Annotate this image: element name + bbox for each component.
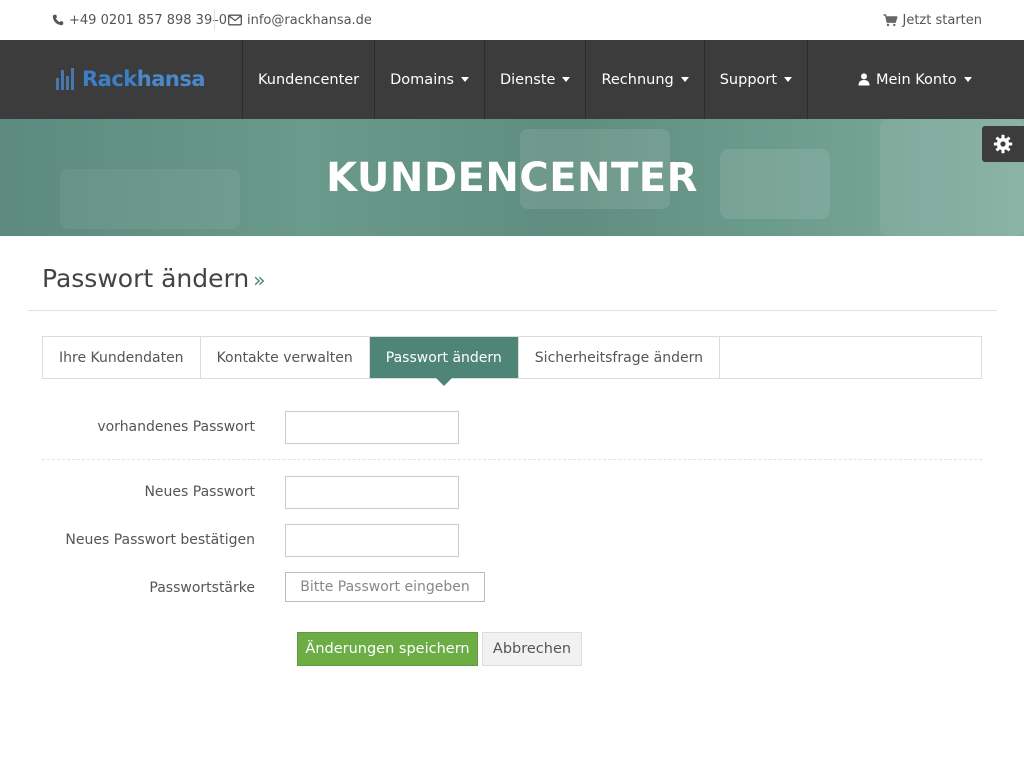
email-contact[interactable]: info@rackhansa.de [228,0,372,40]
nav-item-kundencenter[interactable]: Kundencenter [243,40,376,119]
settings-toggle-button[interactable] [982,126,1024,162]
nav-item-label: Domains [390,71,454,88]
nav-menu: Kundencenter Domains Dienste Rechnung Su… [242,40,809,119]
topbar-divider [214,9,215,31]
nav-item-label: Dienste [499,71,556,88]
new-password-field[interactable] [285,476,459,509]
nav-item-domains[interactable]: Domains [375,40,485,119]
page-title: Passwort ändern» [42,264,265,293]
phone-contact[interactable]: +49 0201 857 898 39–0 [52,0,227,40]
account-menu[interactable]: Mein Konto [858,40,972,119]
caret-down-icon [680,77,689,82]
cart-link[interactable]: Jetzt starten [883,0,983,40]
logo[interactable]: Rackhansa [56,64,206,94]
current-password-field[interactable] [285,411,459,444]
nav-item-label: Support [719,71,778,88]
caret-down-icon [784,77,793,82]
page-title-text: Passwort ändern [42,264,250,293]
logo-text-part2: hansa [136,67,206,91]
nav-item-dienste[interactable]: Dienste [485,40,587,119]
tab-label: Ihre Kundendaten [59,349,184,366]
account-tabs: Ihre Kundendaten Kontakte verwalten Pass… [42,336,982,386]
tab-label: Passwort ändern [385,349,502,366]
tab-passwort-aendern[interactable]: Passwort ändern [369,337,519,386]
user-icon [858,73,870,86]
confirm-password-label: Neues Passwort bestätigen [65,532,255,548]
tab-label: Kontakte verwalten [216,349,353,366]
current-password-label: vorhandenes Passwort [97,419,255,435]
nav-item-label: Kundencenter [258,71,360,88]
tab-sicherheitsfrage-aendern[interactable]: Sicherheitsfrage ändern [519,337,720,378]
title-divider [28,310,997,311]
shopping-cart-icon [883,13,897,26]
account-label: Mein Konto [876,71,957,88]
logo-text-part1: Rack [82,67,137,91]
password-strength-label: Passwortstärke [149,580,255,596]
banner-title: KUNDENCENTER [326,154,698,201]
gear-icon [993,134,1013,154]
form-divider [42,459,982,460]
phone-number: +49 0201 857 898 39–0 [69,12,227,28]
cart-label: Jetzt starten [902,12,983,28]
main-navbar: Rackhansa Kundencenter Domains Dienste R… [0,40,1024,119]
logo-bars-icon [56,68,76,90]
caret-down-icon [562,77,571,82]
tab-ihre-kundendaten[interactable]: Ihre Kundendaten [43,337,201,378]
cancel-button-label: Abbrechen [492,641,572,657]
email-address: info@rackhansa.de [247,12,372,28]
phone-icon [52,14,64,26]
tab-label: Sicherheitsfrage ändern [534,349,703,366]
top-bar: +49 0201 857 898 39–0 info@rackhansa.de … [0,0,1024,40]
confirm-password-field[interactable] [285,524,459,557]
nav-item-label: Rechnung [601,71,674,88]
password-strength-text: Bitte Passwort eingeben [300,579,470,595]
nav-item-rechnung[interactable]: Rechnung [586,40,705,119]
nav-item-support[interactable]: Support [705,40,809,119]
cancel-button[interactable]: Abbrechen [482,632,582,666]
caret-down-icon [460,77,469,82]
caret-down-icon [963,77,972,82]
logo-wordmark: Rackhansa [82,67,206,91]
save-button-label: Änderungen speichern [305,641,470,657]
page-banner: KUNDENCENTER [0,119,1024,236]
password-strength-meter: Bitte Passwort eingeben [285,572,485,602]
tab-kontakte-verwalten[interactable]: Kontakte verwalten [201,337,370,378]
new-password-label: Neues Passwort [144,484,255,500]
envelope-icon [228,14,242,26]
breadcrumb-arrow: » [253,268,266,292]
save-changes-button[interactable]: Änderungen speichern [297,632,478,666]
